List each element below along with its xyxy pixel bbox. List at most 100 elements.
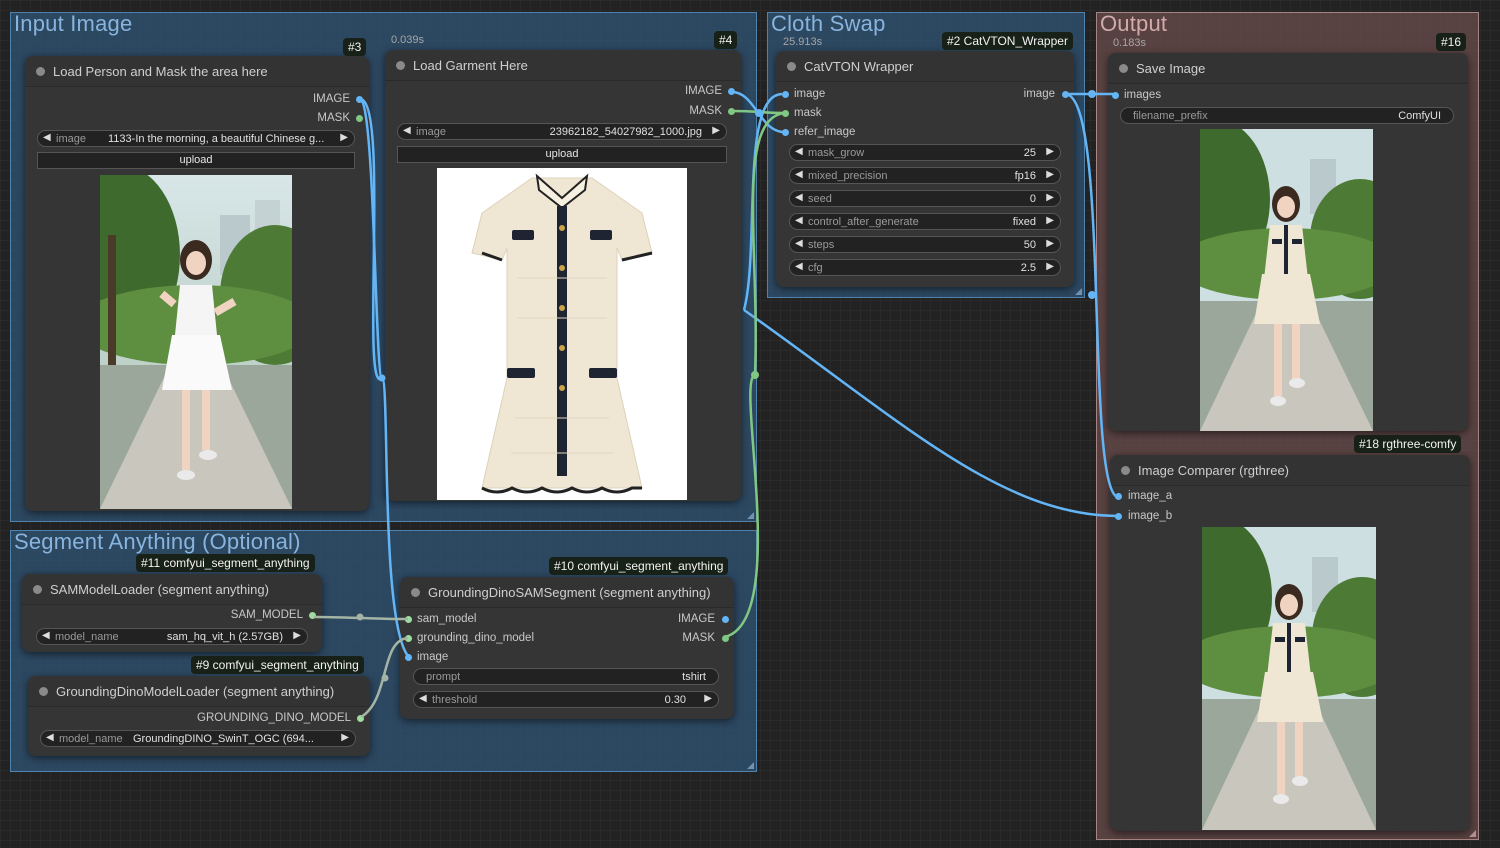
node-title: Save Image	[1136, 61, 1206, 76]
arrow-right-icon[interactable]: ▶	[1046, 169, 1054, 180]
mask-grow-widget[interactable]: ◀ mask_grow 25 ▶	[789, 144, 1061, 161]
input-mask-port[interactable]	[782, 110, 789, 117]
node-id-badge: #18 rgthree-comfy	[1354, 435, 1462, 453]
widget-label: prompt	[426, 671, 461, 683]
input-grounding-dino-model-port[interactable]	[405, 635, 412, 642]
node-header[interactable]: Load Person and Mask the area here	[25, 56, 369, 87]
output-image-port[interactable]	[728, 88, 735, 95]
widget-value: 1133-In the morning, a beautiful Chinese…	[108, 133, 325, 145]
collapse-dot-icon[interactable]	[396, 61, 405, 70]
node-header[interactable]: GroundingDinoModelLoader (segment anythi…	[28, 676, 370, 707]
filename-prefix-field[interactable]: filename_prefix ComfyUI	[1120, 107, 1454, 124]
output-grounding-dino-model-port[interactable]	[357, 715, 364, 722]
reroute-dot[interactable]	[1088, 90, 1096, 98]
collapse-dot-icon[interactable]	[33, 585, 42, 594]
output-image-port[interactable]	[722, 616, 729, 623]
prompt-field[interactable]: prompt tshirt	[413, 668, 719, 685]
node-sam-model-loader[interactable]: SAMModelLoader (segment anything) SAM_MO…	[22, 574, 322, 652]
output-mask-port[interactable]	[728, 108, 735, 115]
node-grounding-dino-loader[interactable]: GroundingDinoModelLoader (segment anythi…	[28, 676, 370, 756]
arrow-left-icon[interactable]: ◀	[419, 693, 427, 704]
arrow-right-icon[interactable]: ▶	[712, 125, 720, 136]
node-header[interactable]: GroundingDinoSAMSegment (segment anythin…	[400, 577, 734, 608]
arrow-right-icon[interactable]: ▶	[340, 132, 348, 143]
arrow-left-icon[interactable]: ◀	[795, 261, 803, 272]
node-header[interactable]: SAMModelLoader (segment anything)	[22, 574, 322, 605]
control-after-generate-widget[interactable]: ◀ control_after_generate fixed ▶	[789, 213, 1061, 230]
node-id-badge: #9 comfyui_segment_anything	[191, 656, 364, 674]
comparer-preview-image[interactable]	[1202, 527, 1376, 830]
node-image-comparer[interactable]: Image Comparer (rgthree) image_a image_b	[1110, 455, 1470, 831]
threshold-widget[interactable]: ◀ threshold 0.30 ▶	[413, 691, 719, 708]
steps-widget[interactable]: ◀ steps 50 ▶	[789, 236, 1061, 253]
arrow-left-icon[interactable]: ◀	[46, 732, 54, 743]
input-image-port[interactable]	[405, 654, 412, 661]
arrow-left-icon[interactable]: ◀	[795, 192, 803, 203]
collapse-dot-icon[interactable]	[1121, 466, 1130, 475]
arrow-left-icon[interactable]: ◀	[795, 238, 803, 249]
widget-value: tshirt	[682, 671, 706, 683]
arrow-right-icon[interactable]: ▶	[1046, 215, 1054, 226]
group-resize-handle[interactable]	[1075, 288, 1082, 295]
link-person-image-to-comparer-b[interactable]	[743, 308, 1118, 518]
input-sam-model-port[interactable]	[405, 616, 412, 623]
node-load-person[interactable]: Load Person and Mask the area here IMAGE…	[25, 56, 369, 511]
cfg-widget[interactable]: ◀ cfg 2.5 ▶	[789, 259, 1061, 276]
widget-label: mask_grow	[808, 147, 865, 159]
group-resize-handle[interactable]	[747, 762, 754, 769]
garment-photo	[471, 173, 653, 494]
node-save-image[interactable]: Save Image images filename_prefix ComfyU…	[1108, 53, 1468, 431]
collapse-dot-icon[interactable]	[411, 588, 420, 597]
input-image-b-port[interactable]	[1115, 513, 1122, 520]
image-combo[interactable]: ◀ image 1133-In the morning, a beautiful…	[37, 130, 355, 147]
input-images-port[interactable]	[1112, 92, 1119, 99]
input-image-port[interactable]	[782, 91, 789, 98]
output-image-port[interactable]	[1062, 91, 1069, 98]
arrow-left-icon[interactable]: ◀	[42, 630, 50, 641]
output-sam-model-port[interactable]	[309, 612, 316, 619]
node-header[interactable]: Save Image	[1108, 53, 1468, 84]
mixed-precision-widget[interactable]: ◀ mixed_precision fp16 ▶	[789, 167, 1061, 184]
input-refer-image-port[interactable]	[782, 129, 789, 136]
arrow-left-icon[interactable]: ◀	[403, 125, 411, 136]
arrow-right-icon[interactable]: ▶	[704, 693, 712, 704]
node-id-badge: #10 comfyui_segment_anything	[549, 557, 729, 575]
node-title: Load Person and Mask the area here	[53, 64, 268, 79]
image-combo[interactable]: ◀ image 23962182_54027982_1000.jpg ▶	[397, 123, 727, 140]
output-mask-port[interactable]	[722, 635, 729, 642]
arrow-right-icon[interactable]: ▶	[293, 630, 301, 641]
node-header[interactable]: Load Garment Here	[385, 50, 741, 81]
node-grounding-dino-sam-segment[interactable]: GroundingDinoSAMSegment (segment anythin…	[400, 577, 734, 719]
seed-widget[interactable]: ◀ seed 0 ▶	[789, 190, 1061, 207]
node-header[interactable]: Image Comparer (rgthree)	[1110, 455, 1470, 486]
model-name-combo[interactable]: ◀ model_name GroundingDINO_SwinT_OGC (69…	[40, 730, 356, 747]
collapse-dot-icon[interactable]	[1119, 64, 1128, 73]
group-resize-handle[interactable]	[1469, 830, 1476, 837]
node-load-garment[interactable]: Load Garment Here IMAGE MASK ◀ image 239…	[385, 50, 741, 501]
arrow-right-icon[interactable]: ▶	[1046, 192, 1054, 203]
node-title: Image Comparer (rgthree)	[1138, 463, 1289, 478]
reroute-dot[interactable]	[1088, 291, 1096, 299]
arrow-left-icon[interactable]: ◀	[795, 215, 803, 226]
group-resize-handle[interactable]	[747, 512, 754, 519]
arrow-left-icon[interactable]: ◀	[795, 169, 803, 180]
output-mask-port[interactable]	[356, 115, 363, 122]
widget-value: 23962182_54027982_1000.jpg	[549, 126, 702, 138]
collapse-dot-icon[interactable]	[36, 67, 45, 76]
arrow-right-icon[interactable]: ▶	[1046, 238, 1054, 249]
arrow-left-icon[interactable]: ◀	[795, 146, 803, 157]
arrow-right-icon[interactable]: ▶	[1046, 146, 1054, 157]
model-name-combo[interactable]: ◀ model_name sam_hq_vit_h (2.57GB) ▶	[36, 628, 308, 645]
arrow-left-icon[interactable]: ◀	[43, 132, 51, 143]
upload-button[interactable]: upload	[37, 152, 355, 169]
collapse-dot-icon[interactable]	[39, 687, 48, 696]
collapse-dot-icon[interactable]	[787, 62, 796, 71]
output-image-port[interactable]	[356, 96, 363, 103]
arrow-right-icon[interactable]: ▶	[1046, 261, 1054, 272]
input-image-a-port[interactable]	[1115, 493, 1122, 500]
arrow-right-icon[interactable]: ▶	[341, 732, 349, 743]
upload-button[interactable]: upload	[397, 146, 727, 163]
node-catvton-wrapper[interactable]: CatVTON Wrapper image mask refer_image i…	[776, 51, 1074, 287]
node-header[interactable]: CatVTON Wrapper	[776, 51, 1074, 82]
group-title-segment-anything: Segment Anything (Optional)	[14, 529, 301, 554]
